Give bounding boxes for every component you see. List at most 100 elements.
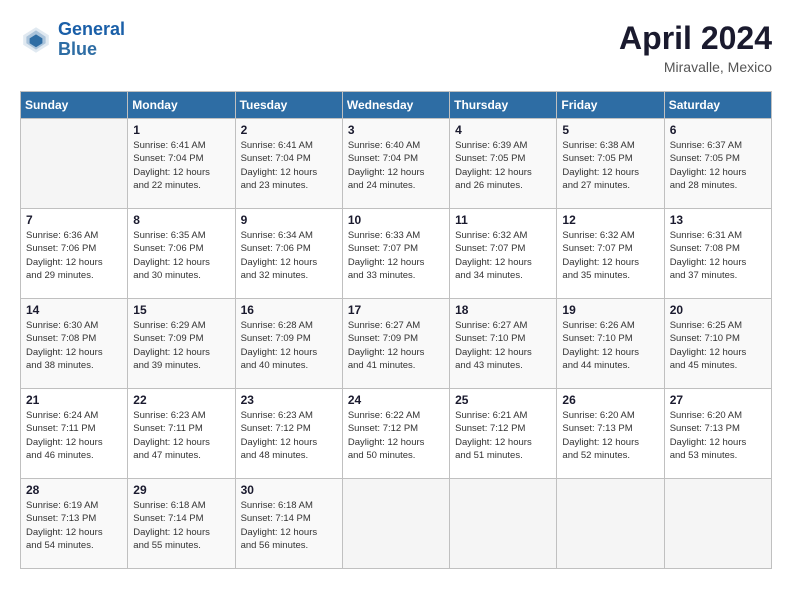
day-number: 24: [348, 393, 444, 407]
day-info: Sunrise: 6:40 AM Sunset: 7:04 PM Dayligh…: [348, 139, 444, 192]
col-header-sunday: Sunday: [21, 92, 128, 119]
calendar-cell: 1Sunrise: 6:41 AM Sunset: 7:04 PM Daylig…: [128, 119, 235, 209]
day-info: Sunrise: 6:41 AM Sunset: 7:04 PM Dayligh…: [241, 139, 337, 192]
day-number: 29: [133, 483, 229, 497]
calendar-week-row: 7 Sunrise: 6:36 AM Sunset: 7:06 PM Daylig…: [21, 209, 772, 299]
calendar-cell: 30 Sunrise: 6:18 AM Sunset: 7:14 PM Dayli…: [235, 479, 342, 569]
day-info: Sunrise: 6:18 AM Sunset: 7:14 PM Dayligh…: [241, 499, 337, 552]
day-info: Sunrise: 6:19 AM Sunset: 7:13 PM Dayligh…: [26, 499, 122, 552]
col-header-tuesday: Tuesday: [235, 92, 342, 119]
day-number: 28: [26, 483, 122, 497]
day-number: 7: [26, 213, 122, 227]
month-year: April 2024: [619, 20, 772, 57]
col-header-monday: Monday: [128, 92, 235, 119]
calendar-cell: [557, 479, 664, 569]
calendar-cell: 18 Sunrise: 6:27 AM Sunset: 7:10 PM Dayli…: [450, 299, 557, 389]
day-number: 8: [133, 213, 229, 227]
day-number: 20: [670, 303, 766, 317]
day-number: 18: [455, 303, 551, 317]
calendar-table: SundayMondayTuesdayWednesdayThursdayFrid…: [20, 91, 772, 569]
calendar-cell: 7 Sunrise: 6:36 AM Sunset: 7:06 PM Daylig…: [21, 209, 128, 299]
day-number: 6: [670, 123, 766, 137]
day-number: 2: [241, 123, 337, 137]
calendar-cell: 11 Sunrise: 6:32 AM Sunset: 7:07 PM Dayli…: [450, 209, 557, 299]
logo-line1: General: [58, 19, 125, 39]
day-info: Sunrise: 6:27 AM Sunset: 7:10 PM Dayligh…: [455, 319, 551, 372]
logo-icon: [20, 24, 52, 56]
calendar-cell: [342, 479, 449, 569]
day-info: Sunrise: 6:21 AM Sunset: 7:12 PM Dayligh…: [455, 409, 551, 462]
calendar-cell: [664, 479, 771, 569]
calendar-cell: 8 Sunrise: 6:35 AM Sunset: 7:06 PM Daylig…: [128, 209, 235, 299]
day-number: 15: [133, 303, 229, 317]
col-header-wednesday: Wednesday: [342, 92, 449, 119]
day-info: Sunrise: 6:20 AM Sunset: 7:13 PM Dayligh…: [670, 409, 766, 462]
title-block: April 2024 Miravalle, Mexico: [619, 20, 772, 75]
day-number: 17: [348, 303, 444, 317]
calendar-week-row: 28 Sunrise: 6:19 AM Sunset: 7:13 PM Dayli…: [21, 479, 772, 569]
day-number: 30: [241, 483, 337, 497]
calendar-cell: 13 Sunrise: 6:31 AM Sunset: 7:08 PM Dayli…: [664, 209, 771, 299]
calendar-cell: 23 Sunrise: 6:23 AM Sunset: 7:12 PM Dayli…: [235, 389, 342, 479]
calendar-cell: 21Sunrise: 6:24 AM Sunset: 7:11 PM Dayli…: [21, 389, 128, 479]
day-info: Sunrise: 6:37 AM Sunset: 7:05 PM Dayligh…: [670, 139, 766, 192]
calendar-week-row: 1 Sunrise: 6:41 AM Sunset: 7:04 PM Daylig…: [21, 119, 772, 209]
day-number: 25: [455, 393, 551, 407]
day-info: Sunrise: 6:30 AM Sunset: 7:08 PM Dayligh…: [26, 319, 122, 372]
calendar-week-row: 21Sunrise: 6:24 AM Sunset: 7:11 PM Dayli…: [21, 389, 772, 479]
calendar-body: 1 Sunrise: 6:41 AM Sunset: 7:04 PM Daylig…: [21, 119, 772, 569]
day-info: Sunrise: 6:34 AM Sunset: 7:06 PM Dayligh…: [241, 229, 337, 282]
day-info: Sunrise: 6:26 AM Sunset: 7:10 PM Dayligh…: [562, 319, 658, 372]
day-info: Sunrise: 6:23 AM Sunset: 7:11 PM Dayligh…: [133, 409, 229, 462]
day-info: Sunrise: 6:28 AM Sunset: 7:09 PM Dayligh…: [241, 319, 337, 372]
calendar-cell: 26Sunrise: 6:20 AM Sunset: 7:13 PM Dayli…: [557, 389, 664, 479]
calendar-cell: 20 Sunrise: 6:25 AM Sunset: 7:10 PM Dayli…: [664, 299, 771, 389]
calendar-cell: 25 Sunrise: 6:21 AM Sunset: 7:12 PM Dayli…: [450, 389, 557, 479]
day-number: 3: [348, 123, 444, 137]
calendar-cell: 9 Sunrise: 6:34 AM Sunset: 7:06 PM Daylig…: [235, 209, 342, 299]
day-info: Sunrise: 6:31 AM Sunset: 7:08 PM Dayligh…: [670, 229, 766, 282]
logo: General Blue: [20, 20, 125, 60]
day-number: 4: [455, 123, 551, 137]
page-header: General Blue April 2024 Miravalle, Mexic…: [20, 20, 772, 75]
day-info: Sunrise: 6:18 AM Sunset: 7:14 PM Dayligh…: [133, 499, 229, 552]
day-info: Sunrise: 6:25 AM Sunset: 7:10 PM Dayligh…: [670, 319, 766, 372]
day-number: 1: [133, 123, 229, 137]
calendar-cell: 15Sunrise: 6:29 AM Sunset: 7:09 PM Dayli…: [128, 299, 235, 389]
calendar-cell: [21, 119, 128, 209]
day-number: 11: [455, 213, 551, 227]
col-header-friday: Friday: [557, 92, 664, 119]
calendar-cell: 19Sunrise: 6:26 AM Sunset: 7:10 PM Dayli…: [557, 299, 664, 389]
col-header-saturday: Saturday: [664, 92, 771, 119]
day-info: Sunrise: 6:36 AM Sunset: 7:06 PM Dayligh…: [26, 229, 122, 282]
day-info: Sunrise: 6:35 AM Sunset: 7:06 PM Dayligh…: [133, 229, 229, 282]
logo-text: General Blue: [58, 20, 125, 60]
day-number: 26: [562, 393, 658, 407]
calendar-cell: 16Sunrise: 6:28 AM Sunset: 7:09 PM Dayli…: [235, 299, 342, 389]
day-info: Sunrise: 6:33 AM Sunset: 7:07 PM Dayligh…: [348, 229, 444, 282]
day-number: 27: [670, 393, 766, 407]
calendar-cell: 5Sunrise: 6:38 AM Sunset: 7:05 PM Daylig…: [557, 119, 664, 209]
day-number: 5: [562, 123, 658, 137]
day-info: Sunrise: 6:23 AM Sunset: 7:12 PM Dayligh…: [241, 409, 337, 462]
day-info: Sunrise: 6:32 AM Sunset: 7:07 PM Dayligh…: [455, 229, 551, 282]
day-number: 22: [133, 393, 229, 407]
calendar-cell: 12Sunrise: 6:32 AM Sunset: 7:07 PM Dayli…: [557, 209, 664, 299]
day-info: Sunrise: 6:32 AM Sunset: 7:07 PM Dayligh…: [562, 229, 658, 282]
day-number: 9: [241, 213, 337, 227]
calendar-header-row: SundayMondayTuesdayWednesdayThursdayFrid…: [21, 92, 772, 119]
day-info: Sunrise: 6:39 AM Sunset: 7:05 PM Dayligh…: [455, 139, 551, 192]
col-header-thursday: Thursday: [450, 92, 557, 119]
calendar-cell: 10 Sunrise: 6:33 AM Sunset: 7:07 PM Dayli…: [342, 209, 449, 299]
calendar-cell: 17Sunrise: 6:27 AM Sunset: 7:09 PM Dayli…: [342, 299, 449, 389]
day-info: Sunrise: 6:22 AM Sunset: 7:12 PM Dayligh…: [348, 409, 444, 462]
logo-line2: Blue: [58, 39, 97, 59]
location: Miravalle, Mexico: [619, 59, 772, 75]
calendar-cell: 24 Sunrise: 6:22 AM Sunset: 7:12 PM Dayli…: [342, 389, 449, 479]
calendar-cell: 29 Sunrise: 6:18 AM Sunset: 7:14 PM Dayli…: [128, 479, 235, 569]
day-number: 23: [241, 393, 337, 407]
calendar-cell: 28 Sunrise: 6:19 AM Sunset: 7:13 PM Dayli…: [21, 479, 128, 569]
day-info: Sunrise: 6:24 AM Sunset: 7:11 PM Dayligh…: [26, 409, 122, 462]
day-number: 13: [670, 213, 766, 227]
day-number: 10: [348, 213, 444, 227]
